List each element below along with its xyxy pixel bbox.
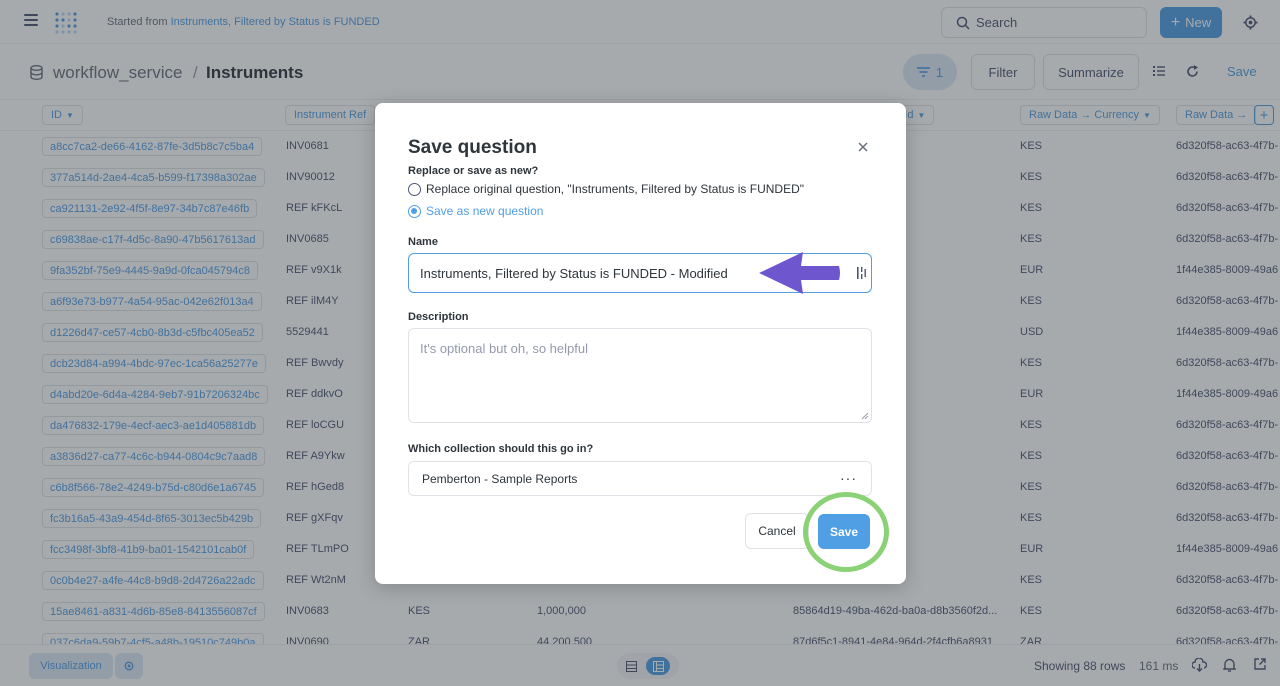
collection-picker[interactable]: Pemberton - Sample Reports ··· bbox=[408, 461, 872, 496]
description-textarea[interactable]: It's optional but oh, so helpful bbox=[408, 328, 872, 423]
replace-or-save-label: Replace or save as new? bbox=[408, 165, 539, 177]
replace-option-label: Replace original question, "Instruments,… bbox=[426, 182, 805, 196]
radio-save-new[interactable] bbox=[408, 204, 421, 218]
name-input-value: Instruments, Filtered by Status is FUNDE… bbox=[420, 265, 728, 281]
replace-original-option[interactable]: Replace original question, "Instruments,… bbox=[408, 182, 804, 196]
description-placeholder: It's optional but oh, so helpful bbox=[420, 341, 588, 356]
close-icon[interactable] bbox=[856, 140, 870, 154]
collection-value: Pemberton - Sample Reports bbox=[422, 471, 578, 486]
name-label: Name bbox=[408, 236, 438, 248]
save-as-new-option[interactable]: Save as new question bbox=[408, 204, 543, 218]
annotation-arrow-icon bbox=[759, 252, 840, 294]
description-label: Description bbox=[408, 311, 469, 323]
collection-label: Which collection should this go in? bbox=[408, 443, 594, 455]
password-manager-icon[interactable] bbox=[857, 266, 867, 280]
ellipsis-icon[interactable]: ··· bbox=[840, 470, 857, 486]
modal-title: Save question bbox=[408, 137, 537, 158]
radio-replace[interactable] bbox=[408, 182, 421, 196]
save-new-option-label: Save as new question bbox=[426, 204, 544, 218]
resize-grip-icon[interactable] bbox=[861, 412, 869, 420]
annotation-circle-highlight bbox=[803, 492, 889, 572]
cancel-button[interactable]: Cancel bbox=[745, 513, 809, 549]
